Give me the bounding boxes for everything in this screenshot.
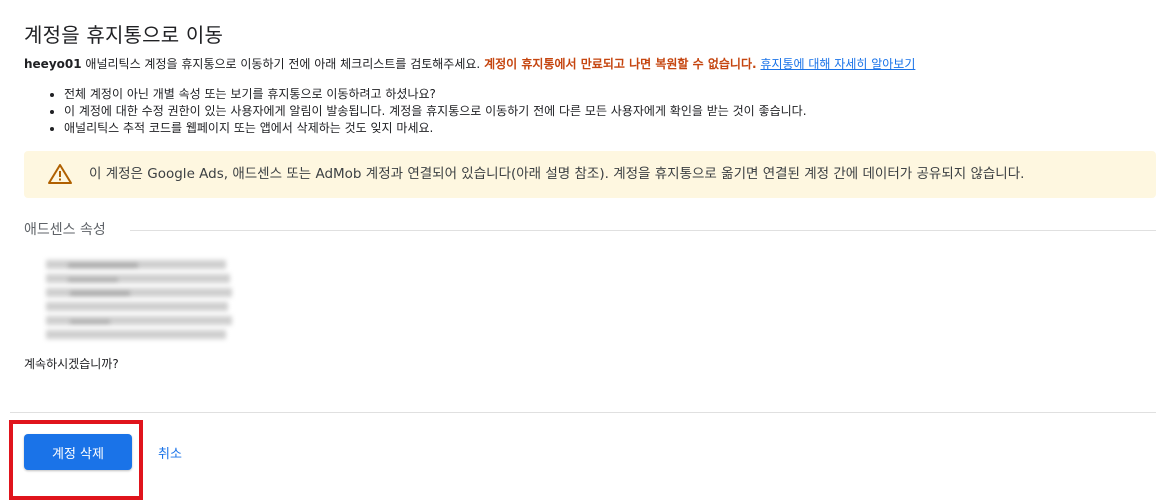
warning-triangle-icon [48, 164, 72, 184]
move-account-to-trash-page: 계정을 휴지통으로 이동 heeyo01 애널리틱스 계정을 휴지통으로 이동하… [0, 0, 1156, 502]
intro-description: 애널리틱스 계정을 휴지통으로 이동하기 전에 아래 체크리스트를 검토해주세요… [81, 57, 485, 71]
page-title: 계정을 휴지통으로 이동 [24, 23, 224, 47]
checklist: 전체 계정이 아닌 개별 속성 또는 보기를 휴지통으로 이동하려고 하셨나요?… [48, 86, 807, 137]
intro-text: heeyo01 애널리틱스 계정을 휴지통으로 이동하기 전에 아래 체크리스트… [24, 56, 915, 72]
alert-message: 이 계정은 Google Ads, 애드센스 또는 AdMob 계정과 연결되어… [89, 166, 1025, 182]
checklist-item: 이 계정에 대한 수정 권한이 있는 사용자에게 알림이 발송됩니다. 계정을 … [64, 103, 807, 120]
checklist-item: 전체 계정이 아닌 개별 속성 또는 보기를 휴지통으로 이동하려고 하셨나요? [64, 86, 807, 103]
section-divider [130, 230, 1156, 231]
confirm-question: 계속하시겠습니까? [24, 357, 119, 371]
account-name: heeyo01 [24, 57, 82, 71]
expiry-warning: 계정이 휴지통에서 만료되고 나면 복원할 수 없습니다. [484, 57, 757, 71]
delete-account-button[interactable]: 계정 삭제 [24, 434, 132, 470]
footer-divider [10, 412, 1156, 413]
learn-more-link[interactable]: 휴지통에 대해 자세히 알아보기 [760, 57, 915, 71]
cancel-button[interactable]: 취소 [150, 434, 190, 470]
adsense-section-label: 애드센스 속성 [24, 219, 116, 239]
checklist-item: 애널리틱스 추적 코드를 웹페이지 또는 앱에서 삭제하는 것도 잊지 마세요. [64, 120, 807, 137]
redacted-adsense-properties [40, 254, 236, 344]
linked-accounts-alert: 이 계정은 Google Ads, 애드센스 또는 AdMob 계정과 연결되어… [24, 151, 1156, 198]
